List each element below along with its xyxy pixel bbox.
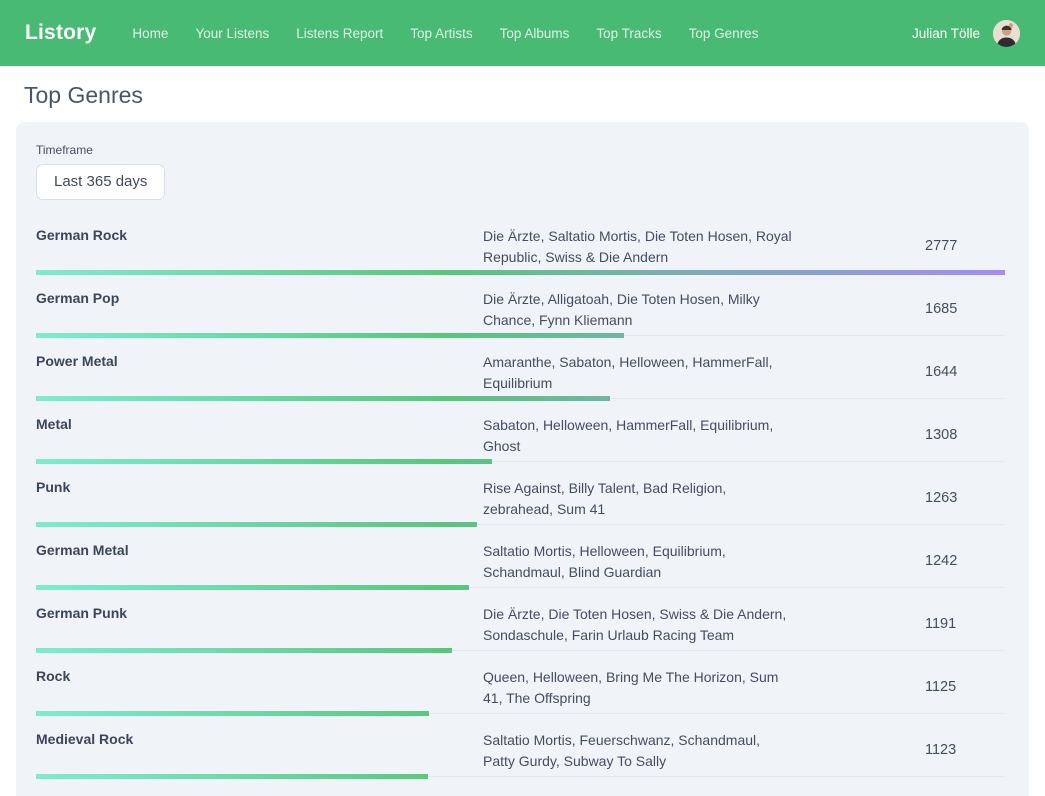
genre-bar-track [36, 396, 1005, 401]
genre-row-main: Medieval Rock Saltatio Mortis, Feuerschw… [36, 728, 1005, 772]
genre-listen-count: 1123 [925, 742, 1005, 758]
genre-name: Punk [36, 476, 483, 495]
genre-name: German Punk [36, 602, 483, 621]
genre-listen-count: 1644 [925, 364, 1005, 380]
nav-link-home[interactable]: Home [132, 26, 168, 41]
genre-top-artists: Saltatio Mortis, Feuerschwanz, Schandmau… [483, 728, 795, 772]
genre-row: Melodic Metal Unleash The Archers, Hello… [36, 779, 1005, 796]
genre-row: German Pop Die Ärzte, Alligatoah, Die To… [36, 275, 1005, 338]
genre-bar-fill [36, 774, 428, 779]
genre-top-artists: Die Ärzte, Saltatio Mortis, Die Toten Ho… [483, 224, 795, 268]
genre-bar-fill [36, 333, 624, 338]
genre-name: Power Metal [36, 350, 483, 369]
genre-bar-track [36, 585, 1005, 590]
genre-listen-count: 1125 [925, 679, 1005, 695]
genre-bar-fill [36, 270, 1005, 275]
genre-bar-track [36, 522, 1005, 527]
genre-bar-track [36, 774, 1005, 779]
top-genres-card: Timeframe Last 365 days German Rock Die … [16, 122, 1029, 796]
genre-name: German Rock [36, 224, 483, 243]
genre-name: Medieval Rock [36, 728, 483, 747]
nav-link-top-artists[interactable]: Top Artists [410, 26, 472, 41]
nav-link-top-genres[interactable]: Top Genres [689, 26, 759, 41]
genre-row: German Metal Saltatio Mortis, Helloween,… [36, 527, 1005, 590]
genre-bar-fill [36, 522, 477, 527]
genre-bar-track [36, 333, 1005, 338]
timeframe-select[interactable]: Last 365 days [36, 164, 165, 200]
genre-list: German Rock Die Ärzte, Saltatio Mortis, … [36, 212, 1005, 796]
nav-link-top-tracks[interactable]: Top Tracks [596, 26, 661, 41]
user-avatar[interactable] [993, 20, 1020, 47]
genre-row: Punk Rise Against, Billy Talent, Bad Rel… [36, 464, 1005, 527]
genre-bar-fill [36, 459, 492, 464]
genre-listen-count: 1263 [925, 490, 1005, 506]
genre-bar-track [36, 270, 1005, 275]
genre-bar-track [36, 459, 1005, 464]
genre-bar-fill [36, 711, 429, 716]
nav-link-your-listens[interactable]: Your Listens [195, 26, 269, 41]
genre-row: German Punk Die Ärzte, Die Toten Hosen, … [36, 590, 1005, 653]
genre-top-artists: Queen, Helloween, Bring Me The Horizon, … [483, 665, 795, 709]
genre-row-main: Melodic Metal Unleash The Archers, Hello… [36, 791, 1005, 796]
genre-listen-count: 1242 [925, 553, 1005, 569]
nav-link-top-albums[interactable]: Top Albums [500, 26, 570, 41]
genre-listen-count: 1308 [925, 427, 1005, 443]
genre-row: Power Metal Amaranthe, Sabaton, Hellowee… [36, 338, 1005, 401]
genre-row-main: German Metal Saltatio Mortis, Helloween,… [36, 539, 1005, 583]
genre-row-main: Power Metal Amaranthe, Sabaton, Hellowee… [36, 350, 1005, 394]
nav-link-listens-report[interactable]: Listens Report [296, 26, 383, 41]
timeframe-label: Timeframe [36, 143, 1005, 157]
genre-top-artists: Amaranthe, Sabaton, Helloween, HammerFal… [483, 350, 795, 394]
genre-listen-count: 1685 [925, 301, 1005, 317]
genre-listen-count: 1191 [925, 616, 1005, 632]
genre-row-main: Rock Queen, Helloween, Bring Me The Hori… [36, 665, 1005, 709]
genre-row-main: German Rock Die Ärzte, Saltatio Mortis, … [36, 224, 1005, 268]
genre-row-main: German Pop Die Ärzte, Alligatoah, Die To… [36, 287, 1005, 331]
genre-listen-count: 2777 [925, 238, 1005, 254]
genre-name: Melodic Metal [36, 791, 483, 796]
genre-name: German Metal [36, 539, 483, 558]
genre-row-main: Punk Rise Against, Billy Talent, Bad Rel… [36, 476, 1005, 520]
genre-top-artists: Die Ärzte, Alligatoah, Die Toten Hosen, … [483, 287, 795, 331]
genre-row-main: German Punk Die Ärzte, Die Toten Hosen, … [36, 602, 1005, 646]
genre-top-artists: Saltatio Mortis, Helloween, Equilibrium,… [483, 539, 795, 583]
genre-bar-track [36, 711, 1005, 716]
genre-name: Rock [36, 665, 483, 684]
genre-row: Medieval Rock Saltatio Mortis, Feuerschw… [36, 716, 1005, 779]
genre-top-artists: Die Ärzte, Die Toten Hosen, Swiss & Die … [483, 602, 795, 646]
genre-top-artists: Unleash The Archers, Helloween, HammerFa… [483, 791, 795, 796]
genre-row: German Rock Die Ärzte, Saltatio Mortis, … [36, 212, 1005, 275]
nav-links: Home Your Listens Listens Report Top Artist… [132, 26, 758, 41]
genre-bar-fill [36, 585, 469, 590]
genre-top-artists: Rise Against, Billy Talent, Bad Religion… [483, 476, 795, 520]
genre-bar-track [36, 648, 1005, 653]
genre-bar-fill [36, 648, 452, 653]
navbar: Listory Home Your Listens Listens Report To… [0, 0, 1045, 66]
genre-bar-fill [36, 396, 610, 401]
genre-top-artists: Sabaton, Helloween, HammerFall, Equilibr… [483, 413, 795, 457]
genre-row-main: Metal Sabaton, Helloween, HammerFall, Eq… [36, 413, 1005, 457]
genre-name: Metal [36, 413, 483, 432]
main-content: Top Genres Timeframe Last 365 days Germa… [0, 82, 1045, 796]
genre-row: Metal Sabaton, Helloween, HammerFall, Eq… [36, 401, 1005, 464]
page-title: Top Genres [24, 82, 1045, 109]
genre-row: Rock Queen, Helloween, Bring Me The Hori… [36, 653, 1005, 716]
user-name[interactable]: Julian Tölle [912, 26, 980, 41]
brand-logo[interactable]: Listory [25, 21, 96, 45]
genre-name: German Pop [36, 287, 483, 306]
user-photo-icon [993, 20, 1020, 47]
